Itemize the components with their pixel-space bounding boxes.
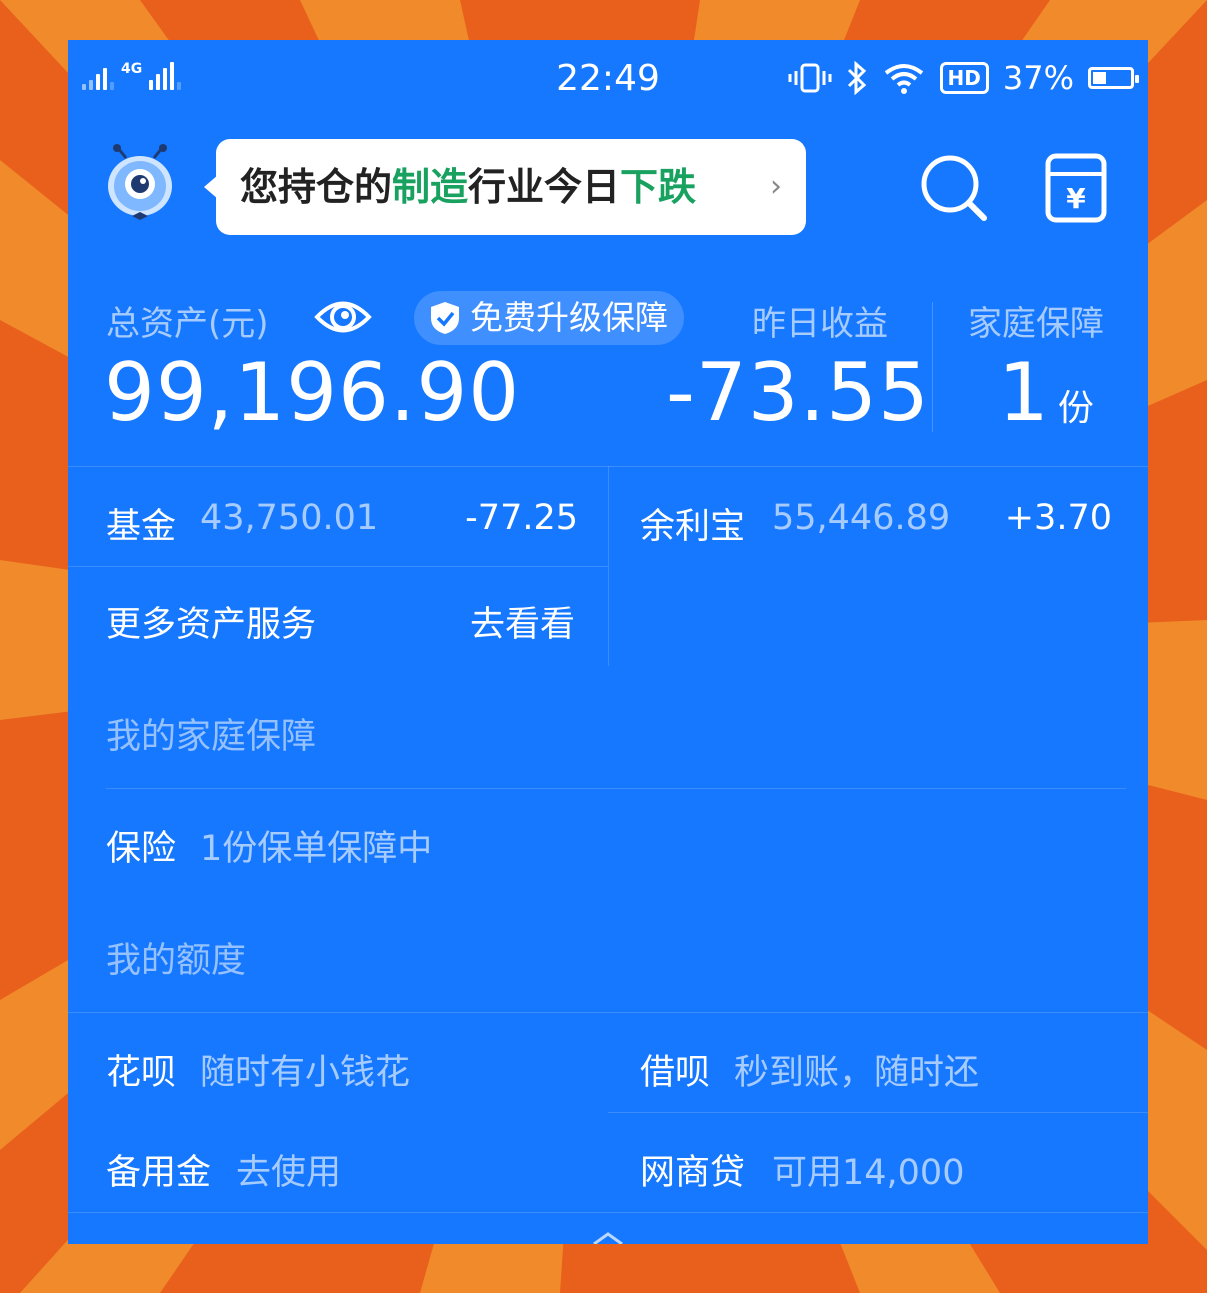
eye-icon[interactable] bbox=[314, 294, 372, 340]
battery-icon bbox=[1088, 67, 1139, 89]
insurance-label: 保险 bbox=[106, 829, 177, 869]
more-services-label: 更多资产服务 bbox=[106, 605, 317, 645]
beiyongjin-desc: 去使用 bbox=[236, 1153, 342, 1193]
industry-alert-banner[interactable]: 您持仓的制造行业今日下跌 › bbox=[204, 139, 806, 235]
alipay-wealth-screen: 4G 22:49 HD 37% 您持仓的制造行业今日下跌 › ¥ 总资产(元) … bbox=[68, 40, 1148, 1244]
family-protection-count[interactable]: 1份 bbox=[998, 346, 1095, 439]
status-bar: 4G 22:49 HD 37% bbox=[68, 40, 1148, 120]
yesterday-earnings-label: 昨日收益 bbox=[752, 304, 888, 344]
divider bbox=[608, 466, 609, 666]
wangshangdai-desc: 可用14,000 bbox=[772, 1153, 965, 1193]
wangshangdai-label: 网商贷 bbox=[640, 1153, 746, 1193]
yulibao-label: 余利宝 bbox=[640, 507, 746, 547]
banner-text-1: 您持仓的 bbox=[240, 165, 393, 209]
banner-text-2: 行业今日 bbox=[468, 165, 621, 209]
chevron-right-icon: › bbox=[770, 169, 782, 204]
beiyongjin-label: 备用金 bbox=[106, 1153, 212, 1193]
family-protection-title: 我的家庭保障 bbox=[106, 717, 317, 757]
yulibao-change: +3.70 bbox=[1004, 498, 1112, 538]
jiebei-label: 借呗 bbox=[640, 1053, 711, 1093]
mascot-ant-icon[interactable] bbox=[104, 144, 176, 224]
yuan-glyph: ¥ bbox=[1066, 182, 1086, 215]
family-protection-value: 1 bbox=[998, 346, 1050, 439]
hd-badge: HD bbox=[939, 62, 989, 94]
status-icons: HD 37% bbox=[788, 58, 1139, 98]
total-assets-value[interactable]: 99,196.90 bbox=[104, 346, 520, 439]
shield-icon bbox=[431, 302, 459, 334]
more-services-action: 去看看 bbox=[470, 605, 576, 645]
divider bbox=[608, 1112, 1148, 1113]
upgrade-protection-button[interactable]: 免费升级保障 bbox=[414, 291, 684, 345]
upgrade-protection-label: 免费升级保障 bbox=[470, 298, 668, 337]
summary-divider bbox=[932, 302, 933, 432]
yesterday-earnings-value[interactable]: -73.55 bbox=[666, 346, 930, 439]
vibrate-icon bbox=[788, 63, 832, 93]
jiebei-desc: 秒到账，随时还 bbox=[734, 1053, 980, 1093]
total-assets-label: 总资产(元) bbox=[106, 304, 269, 344]
banner-industry: 制造 bbox=[392, 165, 469, 209]
divider bbox=[68, 566, 608, 567]
search-icon[interactable] bbox=[918, 152, 990, 224]
wallet-yuan-icon[interactable]: ¥ bbox=[1044, 152, 1108, 224]
divider bbox=[106, 788, 1126, 789]
family-protection-unit: 份 bbox=[1057, 388, 1095, 429]
fund-change: -77.25 bbox=[465, 498, 578, 538]
banner-trend: 下跌 bbox=[620, 165, 697, 209]
credit-title: 我的额度 bbox=[106, 941, 247, 981]
battery-percent: 37% bbox=[1002, 59, 1074, 97]
divider bbox=[68, 1012, 1148, 1013]
divider bbox=[68, 1212, 1148, 1213]
chevron-up-icon[interactable] bbox=[592, 1232, 624, 1244]
family-protection-label: 家庭保障 bbox=[968, 304, 1104, 344]
bluetooth-icon bbox=[847, 61, 866, 95]
insurance-desc: 1份保单保障中 bbox=[200, 829, 433, 869]
wifi-icon bbox=[884, 64, 923, 94]
fund-amount: 43,750.01 bbox=[200, 498, 379, 538]
huabei-label: 花呗 bbox=[106, 1053, 177, 1093]
huabei-desc: 随时有小钱花 bbox=[200, 1053, 411, 1093]
fund-label: 基金 bbox=[106, 507, 177, 547]
yulibao-amount: 55,446.89 bbox=[772, 498, 951, 538]
